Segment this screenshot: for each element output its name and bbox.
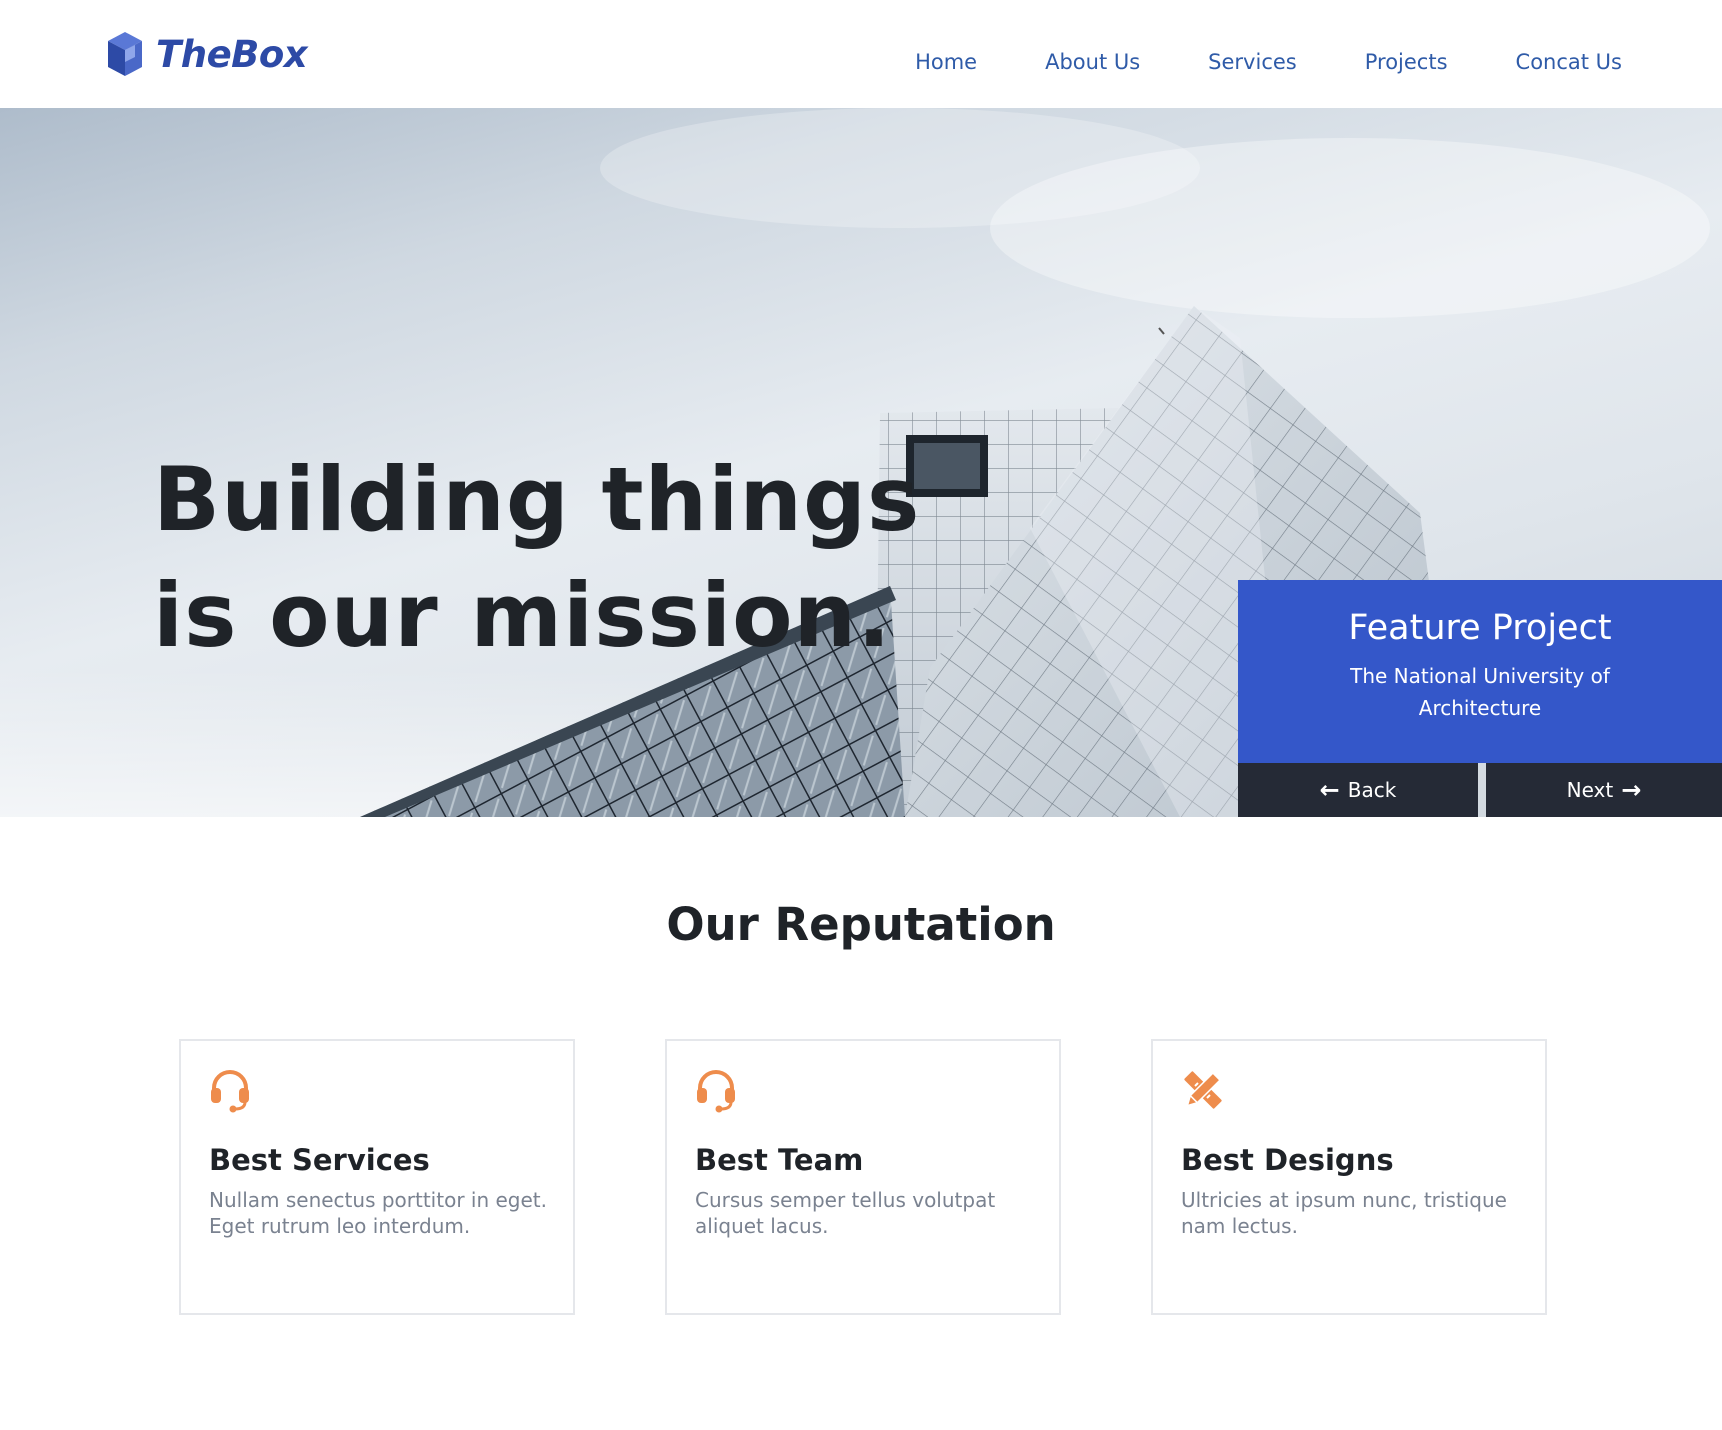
main-nav: Home About Us Services Projects Concat U… (915, 50, 1622, 74)
reputation-card-title: Best Team (695, 1143, 864, 1177)
arrow-left-icon: ← (1319, 776, 1340, 804)
reputation-card-designs: Best Designs Ultricies at ipsum nunc, tr… (1151, 1039, 1547, 1315)
nav-link-contact-us[interactable]: Concat Us (1516, 50, 1622, 74)
feature-project-subtitle: The National University of Architecture (1350, 664, 1610, 720)
feature-project-panel: Feature Project The National University … (1238, 580, 1722, 763)
back-button[interactable]: ← Back (1238, 763, 1478, 817)
back-button-label: Back (1347, 778, 1397, 802)
next-button[interactable]: Next → (1486, 763, 1722, 817)
next-button-label: Next (1566, 778, 1614, 802)
reputation-card-text: Cursus semper tellus volutpat aliquet la… (695, 1188, 996, 1238)
reputation-card-title: Best Services (209, 1143, 430, 1177)
hero-title-line-2: is our mission. (153, 564, 892, 667)
reputation-card-services: Best Services Nullam senectus porttitor … (179, 1039, 575, 1315)
nav-link-home[interactable]: Home (915, 50, 977, 74)
hero-title: Building things is our mission. (153, 442, 920, 674)
nav-link-about-us[interactable]: About Us (1045, 50, 1140, 74)
reputation-card-team: Best Team Cursus semper tellus volutpat … (665, 1039, 1061, 1315)
hero-title-line-1: Building things (153, 448, 921, 551)
cube-logo-icon (108, 32, 142, 76)
reputation-card-text: Nullam senectus porttitor in eget. Eget … (209, 1188, 547, 1238)
nav-link-services[interactable]: Services (1208, 50, 1297, 74)
pencil-ruler-icon (1184, 1071, 1222, 1109)
reputation-card-text: Ultricies at ipsum nunc, tristique nam l… (1181, 1188, 1507, 1238)
nav-link-projects[interactable]: Projects (1365, 50, 1448, 74)
headset-icon (697, 1070, 735, 1113)
brand-logo-link[interactable]: TheBox (106, 30, 308, 78)
arrow-right-icon: → (1621, 776, 1642, 804)
headset-icon (211, 1070, 249, 1113)
site-header: TheBox Home About Us Services Projects C… (0, 0, 1722, 108)
reputation-card-title: Best Designs (1181, 1143, 1394, 1177)
section-title-reputation: Our Reputation (666, 898, 1056, 951)
feature-project-title: Feature Project (1348, 608, 1612, 648)
brand-name: TheBox (156, 32, 308, 76)
feature-project-card: Feature Project The National University … (1238, 580, 1722, 817)
